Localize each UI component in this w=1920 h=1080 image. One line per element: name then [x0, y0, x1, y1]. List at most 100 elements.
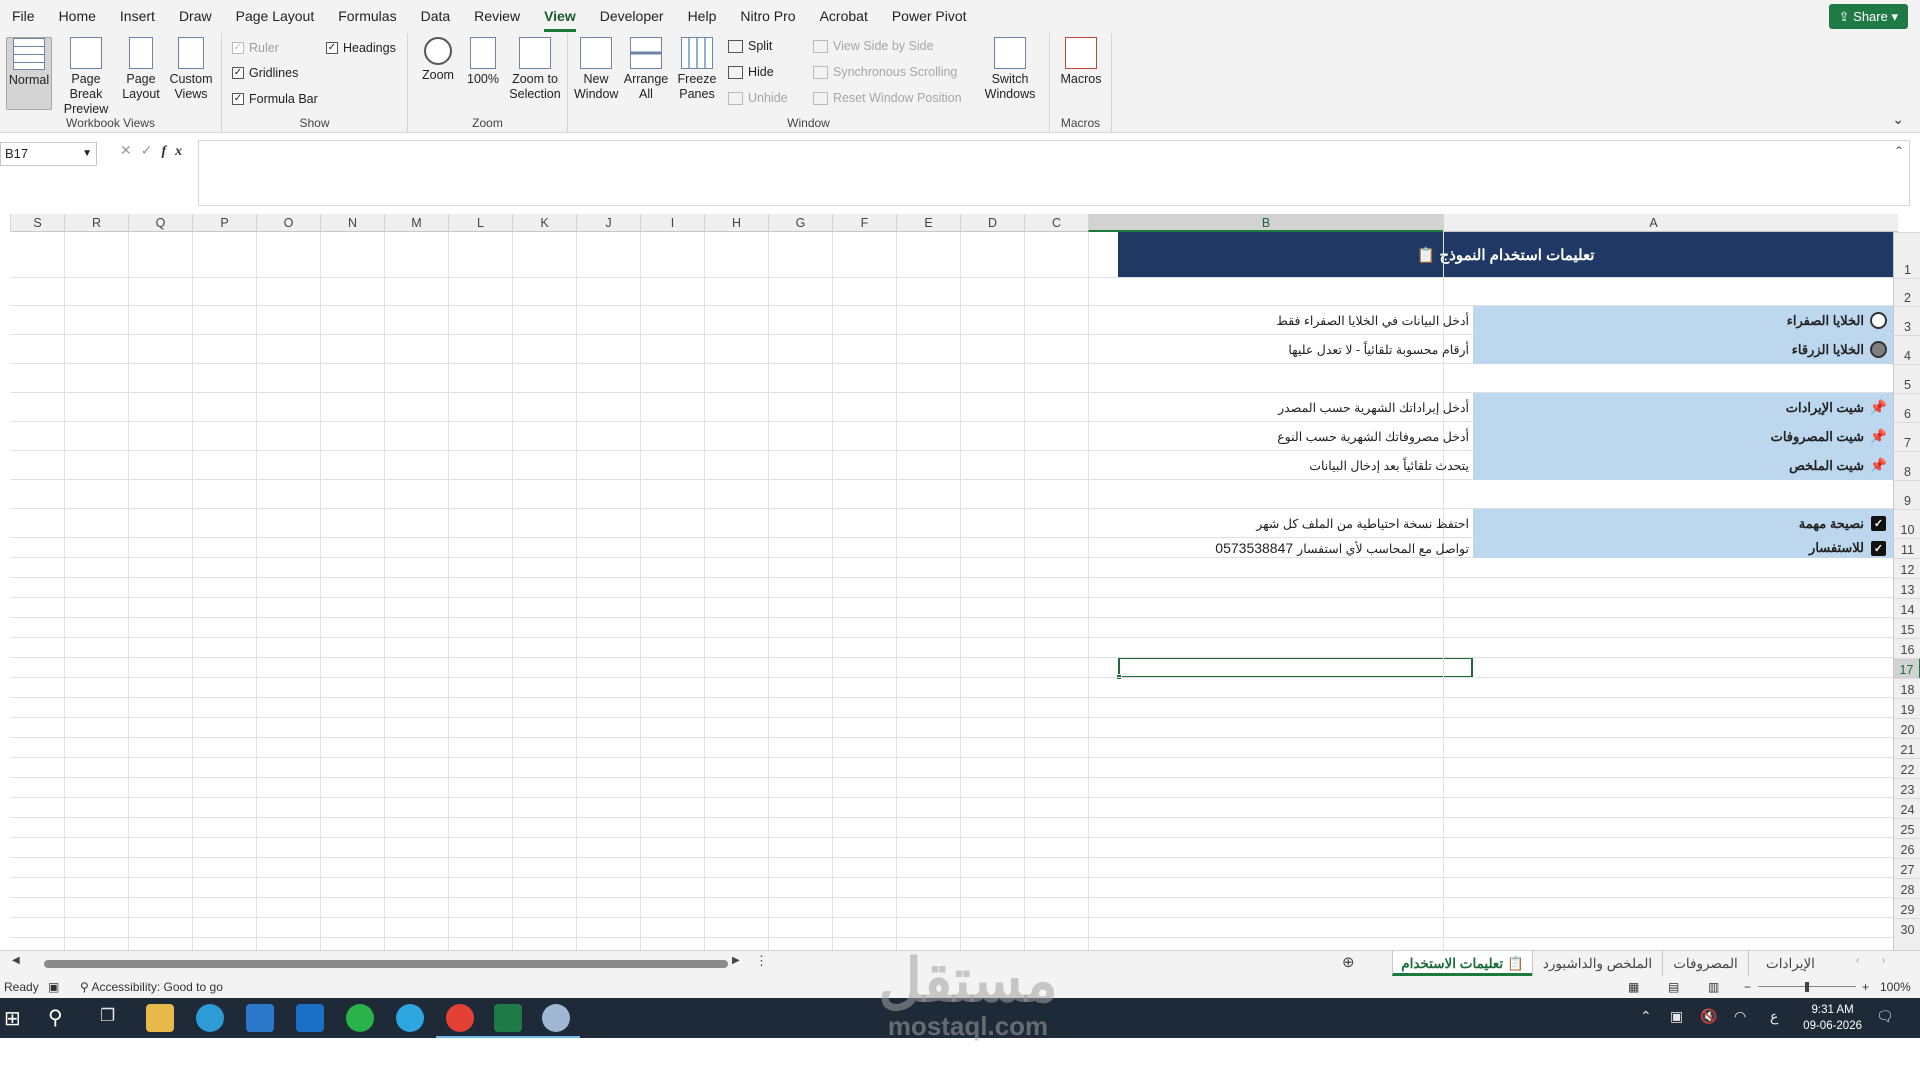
column-header-a[interactable]: A [1443, 214, 1863, 232]
clock[interactable]: 9:31 AM 09-06-2026 [1803, 1002, 1862, 1034]
row-header-17[interactable]: 17 [1894, 658, 1920, 678]
row-header-13[interactable]: 13 [1894, 578, 1920, 598]
menu-home[interactable]: Home [47, 0, 108, 33]
column-header-o[interactable]: O [256, 214, 320, 232]
column-header-g[interactable]: G [768, 214, 832, 232]
column-header-p[interactable]: P [192, 214, 256, 232]
row-header-22[interactable]: 22 [1894, 758, 1920, 778]
column-header-r[interactable]: R [64, 214, 128, 232]
row-header-11[interactable]: 11 [1894, 538, 1920, 558]
instruction-label-cell[interactable]: 📌 شيت المصروفات [1473, 422, 1893, 451]
macros-button[interactable]: Macros [1058, 37, 1104, 87]
view-side-by-side-button[interactable]: View Side by Side [813, 39, 934, 53]
instruction-description-cell[interactable]: أدخل البيانات في الخلايا الصفراء فقط [1118, 306, 1472, 335]
row-header-20[interactable]: 20 [1894, 718, 1920, 738]
ruler-checkbox[interactable]: ✓ Ruler [232, 41, 279, 55]
scroll-left-icon[interactable]: ◀ [12, 955, 20, 966]
page-break-status-icon[interactable]: ▥ [1708, 980, 1719, 994]
fx-icon[interactable]: fx [161, 144, 191, 159]
row-header-28[interactable]: 28 [1894, 878, 1920, 898]
column-header-f[interactable]: F [832, 214, 896, 232]
cancel-icon[interactable]: ✕ [120, 142, 141, 158]
excel-icon[interactable] [494, 1004, 522, 1032]
row-header-29[interactable]: 29 [1894, 898, 1920, 918]
row-header-1[interactable]: 1 [1894, 232, 1920, 278]
column-header-m[interactable]: M [384, 214, 448, 232]
menu-formulas[interactable]: Formulas [326, 0, 408, 33]
tray-expand-icon[interactable]: ⌃ [1640, 1008, 1652, 1025]
column-header-n[interactable]: N [320, 214, 384, 232]
column-header-i[interactable]: I [640, 214, 704, 232]
sheet-tab[interactable]: المصروفات [1662, 951, 1748, 976]
add-sheet-icon[interactable]: ⊕ [1342, 953, 1355, 971]
ribbon-collapse-chevron-icon[interactable]: ⌄ [1892, 111, 1904, 128]
instruction-label-cell[interactable]: 📌 شيت الملخص [1473, 451, 1893, 480]
formula-bar-checkbox[interactable]: ✓ Formula Bar [232, 92, 318, 106]
row-header-15[interactable]: 15 [1894, 618, 1920, 638]
menu-developer[interactable]: Developer [588, 0, 676, 33]
tab-next-icon[interactable]: › [1882, 955, 1885, 966]
row-header-9[interactable]: 9 [1894, 480, 1920, 509]
menu-nitro-pro[interactable]: Nitro Pro [728, 0, 807, 33]
name-box-dropdown-icon[interactable]: ▼ [82, 143, 92, 165]
row-header-3[interactable]: 3 [1894, 306, 1920, 335]
formula-expand-icon[interactable]: ⌃ [1894, 144, 1904, 158]
store-icon[interactable] [246, 1004, 274, 1032]
row-header-16[interactable]: 16 [1894, 638, 1920, 658]
column-header-s[interactable]: S [10, 214, 64, 232]
zoom-level[interactable]: 100% [1880, 980, 1911, 994]
menu-data[interactable]: Data [409, 0, 463, 33]
zoom-in-icon[interactable]: + [1862, 980, 1869, 994]
instruction-label-cell[interactable]: 📌 شيت الإيرادات [1473, 393, 1893, 422]
instruction-label-cell[interactable]: ✓ نصيحة مهمة [1473, 509, 1893, 538]
column-header-l[interactable]: L [448, 214, 512, 232]
row-header-7[interactable]: 7 [1894, 422, 1920, 451]
row-header-23[interactable]: 23 [1894, 778, 1920, 798]
zoom-to-selection-button[interactable]: Zoom to Selection [506, 37, 564, 102]
horizontal-scrollbar[interactable] [44, 960, 728, 968]
telegram-icon[interactable] [396, 1004, 424, 1032]
column-header-q[interactable]: Q [128, 214, 192, 232]
menu-draw[interactable]: Draw [167, 0, 224, 33]
headings-checkbox[interactable]: ✓ Headings [326, 41, 396, 55]
instruction-description-cell[interactable]: أدخل مصروفاتك الشهرية حسب النوع [1118, 422, 1472, 451]
zoom-100-button[interactable]: 100% [463, 37, 503, 87]
menu-review[interactable]: Review [462, 0, 532, 33]
tab-prev-icon[interactable]: ‹ [1856, 955, 1859, 966]
page-break-preview-button[interactable]: Page Break Preview [55, 37, 117, 117]
cells-area[interactable]: تعليمات استخدام النموذج 📋 الخلايا الصفرا… [10, 232, 1893, 950]
instruction-description-cell[interactable]: أدخل إيراداتك الشهرية حسب المصدر [1118, 393, 1472, 422]
menu-view[interactable]: View [532, 0, 588, 33]
row-header-10[interactable]: 10 [1894, 509, 1920, 538]
name-box[interactable]: B17 ▼ [0, 142, 97, 166]
row-header-14[interactable]: 14 [1894, 598, 1920, 618]
column-header-j[interactable]: J [576, 214, 640, 232]
instruction-description-cell[interactable]: أرقام محسوبة تلقائياً - لا تعدل عليها [1118, 335, 1472, 364]
row-header-19[interactable]: 19 [1894, 698, 1920, 718]
page-layout-status-icon[interactable]: ▤ [1668, 980, 1679, 994]
menu-page-layout[interactable]: Page Layout [224, 0, 327, 33]
sheet-tab[interactable]: 📋 تعليمات الاستخدام [1392, 951, 1532, 976]
whatsapp-icon[interactable] [346, 1004, 374, 1032]
tray-device-icon[interactable]: ▣ [1670, 1008, 1683, 1025]
row-header-5[interactable]: 5 [1894, 364, 1920, 393]
unhide-button[interactable]: Unhide [728, 91, 788, 105]
formula-input[interactable] [198, 140, 1910, 206]
edge-icon[interactable] [196, 1004, 224, 1032]
menu-power-pivot[interactable]: Power Pivot [880, 0, 979, 33]
input-language[interactable]: ع [1770, 1008, 1778, 1025]
macro-record-icon[interactable]: ▣ [48, 980, 59, 994]
instruction-description-cell[interactable]: يتحدث تلقائياً بعد إدخال البيانات [1118, 451, 1472, 480]
row-header-21[interactable]: 21 [1894, 738, 1920, 758]
row-header-2[interactable]: 2 [1894, 278, 1920, 306]
custom-views-button[interactable]: Custom Views [166, 37, 216, 102]
column-header-h[interactable]: H [704, 214, 768, 232]
start-windows-icon[interactable]: ⊞ [4, 1006, 21, 1031]
row-header-27[interactable]: 27 [1894, 858, 1920, 878]
zoom-out-icon[interactable]: − [1744, 980, 1751, 994]
outlook-icon[interactable] [296, 1004, 324, 1032]
volume-mute-icon[interactable]: 🔇 [1700, 1008, 1717, 1025]
instruction-description-cell[interactable]: احتفظ نسخة احتياطية من الملف كل شهر [1118, 509, 1472, 538]
new-window-button[interactable]: New Window [574, 37, 618, 102]
row-header-26[interactable]: 26 [1894, 838, 1920, 858]
